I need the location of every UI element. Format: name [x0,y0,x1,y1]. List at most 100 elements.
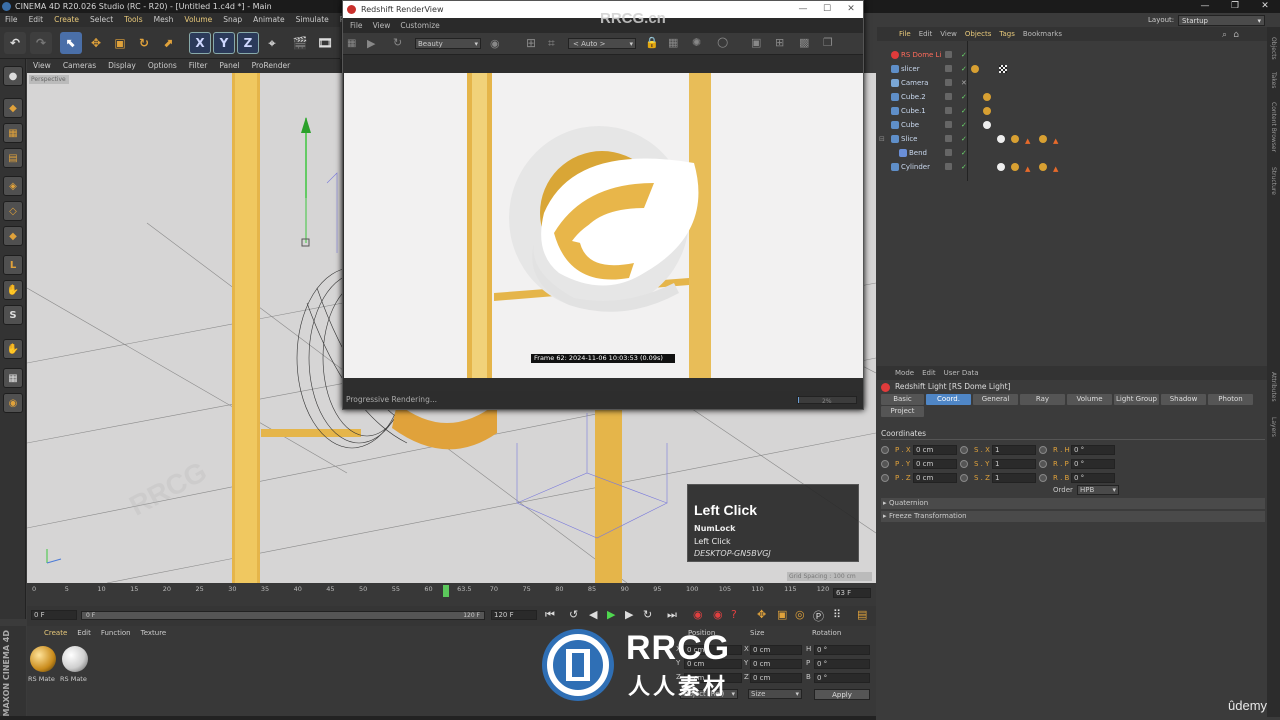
viewport-menu-panel[interactable]: Panel [213,59,245,73]
z-axis-icon[interactable]: Z [237,32,259,54]
key-position-icon[interactable]: ✥ [757,608,766,621]
previous-key-icon[interactable]: ↺ [569,608,578,621]
object-row-slice[interactable]: ⊟ Slice ✓ ▲ ▲ [877,132,1267,146]
tab-photon[interactable]: Photon [1208,394,1253,405]
visibility-toggle[interactable] [945,107,952,114]
save-image-icon[interactable]: ▣ [751,36,761,49]
planar-workplane-icon[interactable]: ◉ [3,393,23,413]
key-pla-icon[interactable]: ⠿ [833,608,841,621]
lock-icon[interactable]: 🔒 [645,36,659,49]
tab-light-group[interactable]: Light Group [1114,394,1159,405]
keyframe-selection-icon[interactable]: ? [731,608,737,621]
refresh-icon[interactable]: ↻ [393,36,402,49]
tab-project[interactable]: Project [881,406,924,417]
keyframe-radio[interactable] [881,474,889,482]
key-rotation-icon[interactable]: ◎ [795,608,805,621]
maximize-button[interactable]: ❐ [1220,0,1250,13]
renderview-menu-view[interactable]: View [368,18,396,33]
order-select[interactable]: HPB ▾ [1077,485,1119,495]
material-tag-icon[interactable] [1011,135,1019,143]
home-icon[interactable]: ⌂ [1233,30,1239,40]
keyframe-radio[interactable] [960,446,968,454]
renderview-close-button[interactable]: ✕ [839,1,863,18]
pos-z-field[interactable]: 0 cm [913,473,957,483]
viewport-menu-filter[interactable]: Filter [183,59,214,73]
enabled-check-icon[interactable]: ✓ [961,104,967,118]
object-row-cube-2[interactable]: Cube.2 ✓ [877,90,1267,104]
workplane-icon[interactable]: ▤ [3,148,23,168]
tweak-mode-icon[interactable]: ✋ [3,280,23,300]
recent-tools-icon[interactable]: ⬈ [157,32,179,54]
x-axis-icon[interactable]: X [189,32,211,54]
render-picture-viewer-icon[interactable]: 🎞 [314,32,336,54]
crop-icon[interactable]: ⌗ [548,36,555,51]
record-icon[interactable]: ◉ [693,608,703,621]
om-menu-edit[interactable]: Edit [915,27,937,41]
key-param-icon[interactable]: Ⓟ [813,608,824,624]
visibility-toggle[interactable] [945,149,952,156]
snapshot-icon[interactable]: ⊞ [526,36,536,50]
tab-ray[interactable]: Ray [1020,394,1065,405]
close-button[interactable]: ✕ [1250,0,1280,13]
visibility-toggle[interactable] [945,79,952,86]
material-tag-icon[interactable] [997,135,1005,143]
tab-basic[interactable]: Basic [881,394,924,405]
grid-icon[interactable]: ▦ [668,36,678,49]
end-frame-field[interactable]: 120 F [491,610,537,620]
rot-p-field[interactable]: 0 ° [1071,459,1115,469]
edges-mode-icon[interactable]: ◇ [3,201,23,221]
collapse-icon[interactable]: ⊟ [879,132,885,146]
previous-frame-icon[interactable]: ◀ [589,608,597,621]
snapping-icon[interactable]: S [3,305,23,325]
pos-y-field[interactable]: 0 cm [913,459,957,469]
menu-file[interactable]: File [0,13,23,27]
tab-shadow[interactable]: Shadow [1161,394,1206,405]
move-icon[interactable]: ✥ [85,32,107,54]
scale-x-field[interactable]: 1 [992,445,1036,455]
om-menu-view[interactable]: View [936,27,961,41]
viewport-menu-cameras[interactable]: Cameras [57,59,102,73]
side-tab-objects[interactable]: Objects [1268,37,1279,60]
visibility-toggle[interactable] [945,163,952,170]
start-render-icon[interactable]: ▶ [367,37,375,50]
visibility-toggle[interactable] [945,65,952,72]
scale-z-field[interactable]: 1 [992,473,1036,483]
rotation-b-field[interactable]: 0 ° [814,673,870,683]
soft-selection-icon[interactable]: ✋ [3,339,23,359]
material-tag-icon[interactable] [1011,163,1019,171]
rotation-p-field[interactable]: 0 ° [814,659,870,669]
om-menu-bookmarks[interactable]: Bookmarks [1019,27,1066,41]
timeline-icon[interactable]: ▤ [857,608,867,621]
menu-edit[interactable]: Edit [24,13,49,27]
menu-mesh[interactable]: Mesh [149,13,179,27]
coordinate-system-icon[interactable]: ⌖ [261,32,283,54]
enabled-check-icon[interactable]: ✓ [961,132,967,146]
scale-icon[interactable]: ▣ [109,32,131,54]
keyframe-radio[interactable] [960,460,968,468]
timeline-ruler[interactable]: 0 5 10 15 20 25 30 35 40 45 50 55 60 63.5 70 75 80 85 90 95… [27,583,876,606]
texture-tag-icon[interactable] [999,65,1007,73]
next-frame-icon[interactable]: ▶ [625,608,633,621]
render-image[interactable]: Frame 62: 2024-11-06 10:03:53 (0.09s) [344,73,863,378]
viewport-menu-prorender[interactable]: ProRender [246,59,297,73]
play-icon[interactable]: ▶ [607,608,615,621]
copy-icon[interactable]: ❐ [823,36,833,49]
visibility-toggle[interactable] [945,51,952,58]
am-menu-edit[interactable]: Edit [918,366,940,380]
autokey-icon[interactable]: ◉ [713,608,723,621]
range-slider[interactable]: 0 F 120 F [81,611,485,620]
minimize-button[interactable]: — [1190,0,1220,13]
go-to-start-icon[interactable]: ⏮ [545,608,555,622]
renderview-minimize-button[interactable]: — [791,1,815,18]
tab-coord[interactable]: Coord. [926,394,971,405]
render-view-icon[interactable]: 🎬 [289,32,311,54]
clapper-icon[interactable]: ▦ [347,38,356,49]
redo-icon[interactable]: ↷ [30,32,52,54]
material-swatch-gold[interactable] [30,646,56,672]
object-row-bend[interactable]: Bend ✓ [877,146,1267,160]
model-mode-icon[interactable]: ◆ [3,98,23,118]
undo-icon[interactable]: ↶ [4,32,26,54]
settings-icon[interactable]: ✺ [692,36,701,49]
material-tag-icon[interactable] [1039,163,1047,171]
mat-menu-create[interactable]: Create [39,626,72,640]
